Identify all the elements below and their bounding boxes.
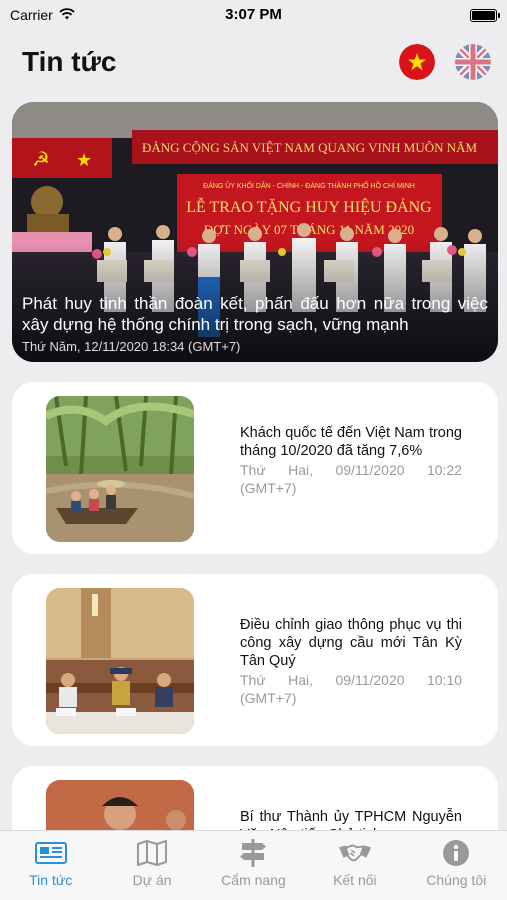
tab-bar: Tin tức Dự án Cẩm nang Kết nối Chúng tôi: [0, 830, 507, 900]
status-left: Carrier: [10, 7, 75, 23]
tab-label: Cẩm nang: [221, 872, 286, 888]
signpost-icon: [236, 839, 270, 867]
article-card[interactable]: Bí thư Thành ủy TPHCM Nguyễn Văn Nên tiế…: [12, 766, 498, 832]
handshake-icon: [338, 839, 372, 867]
carrier-label: Carrier: [10, 7, 53, 23]
article-info: Bí thư Thành ủy TPHCM Nguyễn Văn Nên tiế…: [240, 808, 462, 832]
tab-label: Kết nối: [333, 872, 377, 888]
battery-icon: [470, 8, 500, 22]
svg-text:★: ★: [76, 150, 92, 171]
tab-handbook[interactable]: Cẩm nang: [208, 839, 298, 900]
tab-news[interactable]: Tin tức: [6, 839, 96, 900]
status-bar: Carrier 3:07 PM: [0, 0, 507, 30]
banner-main-text-1: LỄ TRAO TẶNG HUY HIỆU ĐẢNG: [186, 196, 432, 216]
vietnam-flag-icon[interactable]: [399, 44, 435, 80]
page-title: Tin tức: [22, 46, 117, 77]
featured-article-title: Phát huy tinh thần đoàn kết, phấn đấu hơ…: [22, 294, 488, 334]
featured-article-time: Thứ Năm, 12/11/2020 18:34 (GMT+7): [22, 339, 241, 354]
uk-flag-icon[interactable]: [455, 44, 491, 80]
article-thumbnail: [46, 396, 194, 542]
featured-article[interactable]: ☭ ★ ĐẢNG CỘNG SẢN VIỆT NAM QUANG VINH MU…: [12, 102, 498, 362]
tab-label: Dự án: [132, 872, 172, 888]
article-time: Thứ Hai, 09/11/2020 10:22 (GMT+7): [240, 462, 462, 496]
status-time: 3:07 PM: [225, 6, 282, 23]
newspaper-icon: [34, 839, 68, 867]
map-icon: [135, 839, 169, 867]
featured-article-text: Phát huy tinh thần đoàn kết, phấn đấu hơ…: [22, 293, 488, 354]
tab-about[interactable]: Chúng tôi: [411, 839, 501, 900]
article-title: Bí thư Thành ủy TPHCM Nguyễn Văn Nên tiế…: [240, 809, 462, 832]
info-icon: [439, 839, 473, 867]
svg-text:☭: ☭: [32, 147, 50, 171]
article-card[interactable]: Khách quốc tế đến Việt Nam trong tháng 1…: [12, 382, 498, 554]
article-info: Điều chỉnh giao thông phục vụ thi công x…: [240, 616, 462, 707]
article-title: Điều chỉnh giao thông phục vụ thi công x…: [240, 617, 462, 669]
tab-projects[interactable]: Dự án: [107, 839, 197, 900]
banner-top-text: ĐẢNG CỘNG SẢN VIỆT NAM QUANG VINH MUÔN N…: [142, 140, 478, 155]
article-time: Thứ Hai, 09/11/2020 10:10 (GMT+7): [240, 672, 462, 706]
article-info: Khách quốc tế đến Việt Nam trong tháng 1…: [240, 424, 462, 497]
language-switcher: [399, 44, 491, 80]
tab-connect[interactable]: Kết nối: [310, 839, 400, 900]
wifi-icon: [59, 7, 75, 23]
tab-label: Tin tức: [29, 872, 73, 888]
article-card[interactable]: Điều chỉnh giao thông phục vụ thi công x…: [12, 574, 498, 746]
article-thumbnail: [46, 780, 194, 832]
article-title: Khách quốc tế đến Việt Nam trong tháng 1…: [240, 425, 462, 459]
news-feed[interactable]: ☭ ★ ĐẢNG CỘNG SẢN VIỆT NAM QUANG VINH MU…: [12, 102, 498, 832]
article-thumbnail: [46, 588, 194, 734]
app-header: Tin tức: [0, 38, 507, 86]
tab-label: Chúng tôi: [426, 872, 487, 888]
